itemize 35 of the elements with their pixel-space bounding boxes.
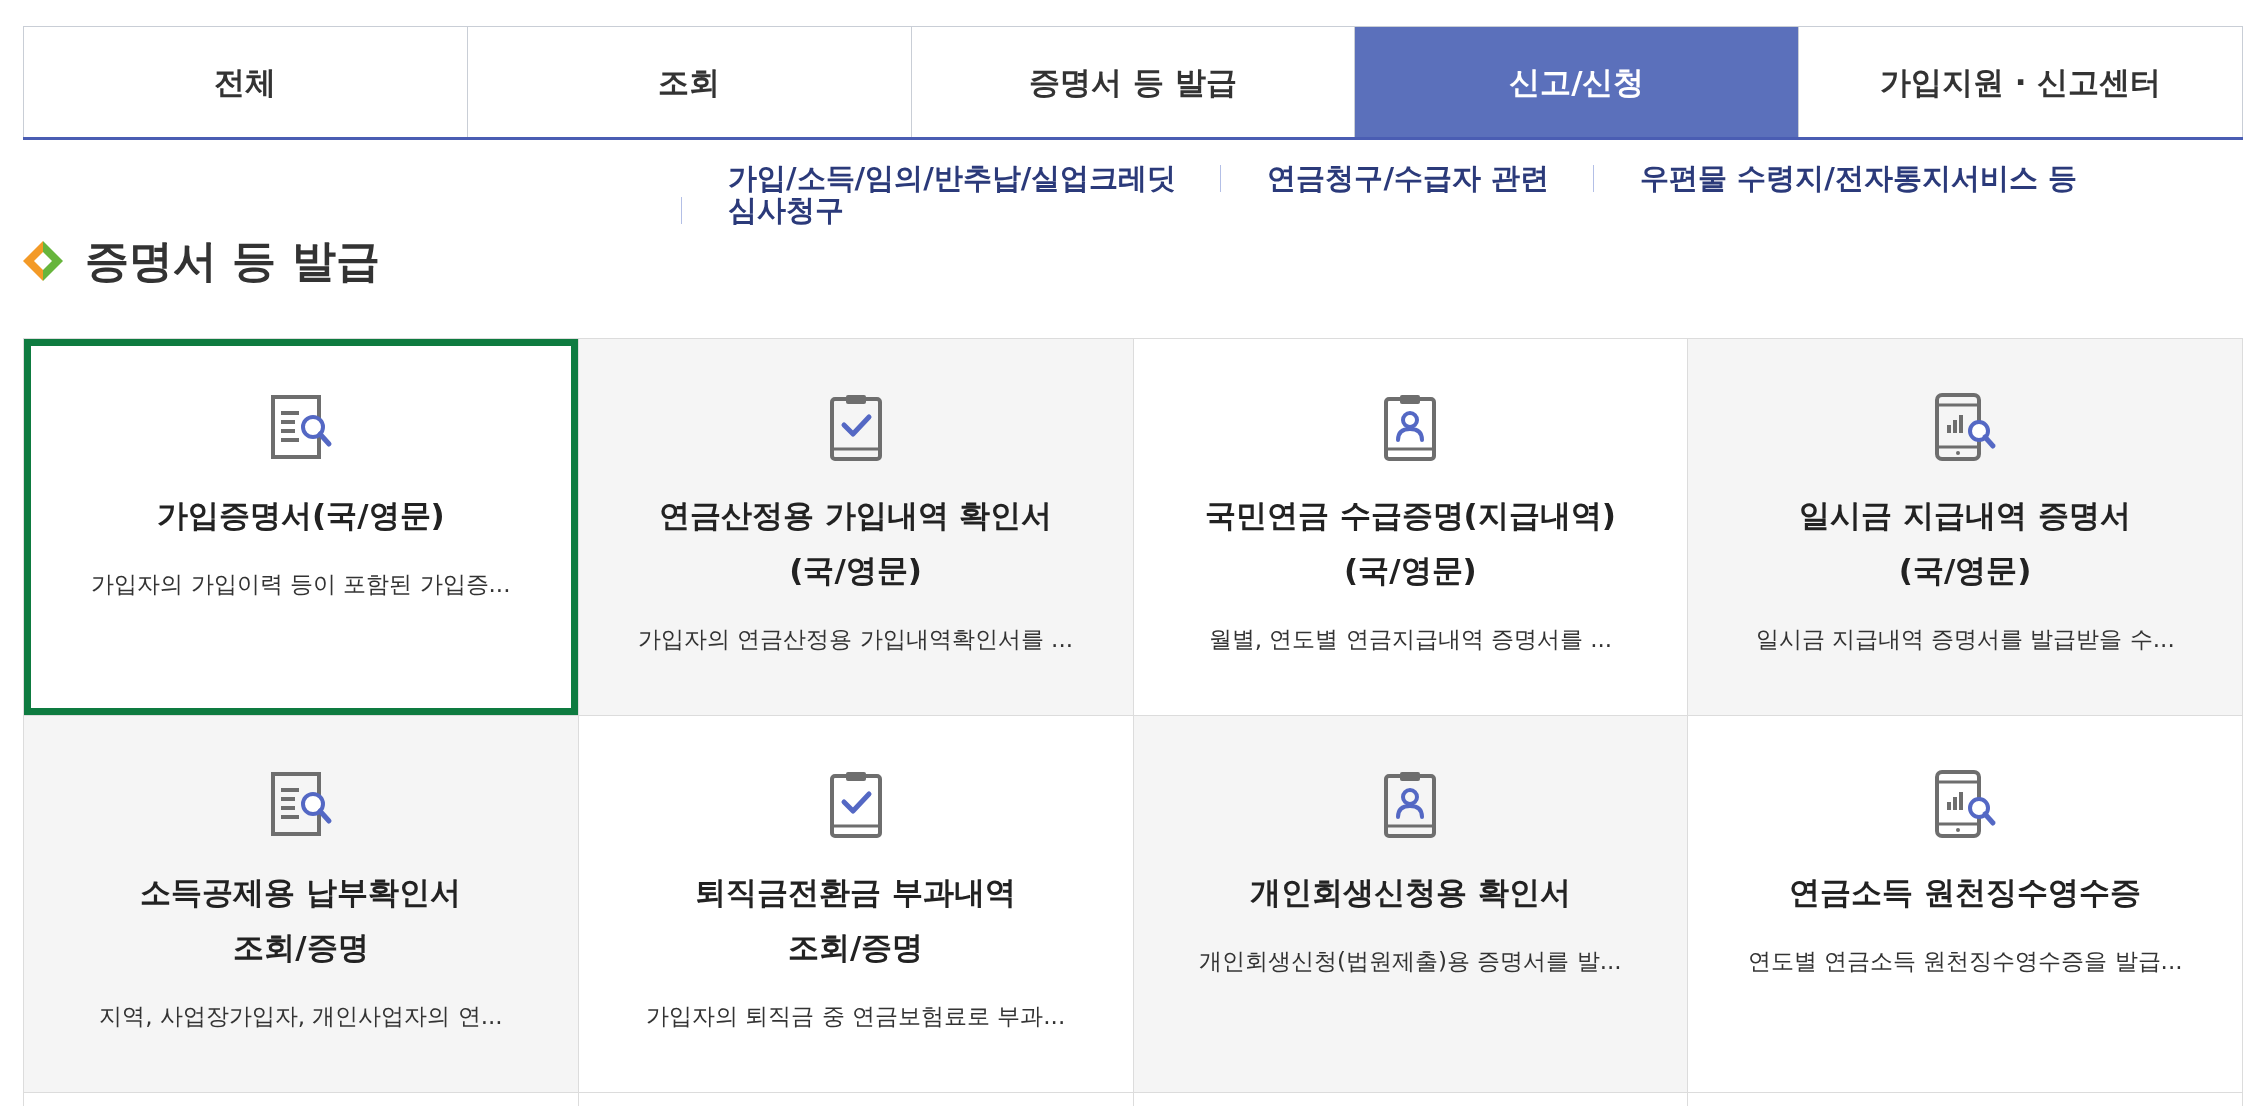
- card-title: 개인회생신청용 확인서: [1249, 873, 1571, 912]
- card-title: 퇴직금전환금 부과내역 조회/증명: [695, 873, 1016, 967]
- service-card[interactable]: 개인회생신청용 확인서 개인회생신청(법원제출)용 증명서를 발...: [1133, 716, 1689, 1093]
- sub-menu-link[interactable]: 가입/소득/임의/반추납/실업크레딧: [728, 162, 1177, 194]
- category-tab[interactable]: 전체: [23, 26, 468, 137]
- card-description: 일시금 지급내역 증명서를 발급받을 수...: [1755, 625, 2175, 654]
- card-description: 지역, 사업장가입자, 개인사업자의 연...: [99, 1002, 503, 1031]
- diamond-icon: [23, 241, 63, 281]
- sub-menu-link[interactable]: 연금청구/수급자 관련: [1267, 162, 1550, 194]
- category-tab[interactable]: 가입지원 · 신고센터: [1799, 26, 2243, 137]
- card-title: 연금산정용 가입내역 확인서 (국/영문): [658, 496, 1053, 590]
- card-title: 가입증명서(국/영문): [157, 496, 445, 535]
- service-card[interactable]: 국민연금 수급증명(지급내역) (국/영문) 월별, 연도별 연금지급내역 증명서를 ...: [1133, 339, 1689, 716]
- card-description: 개인회생신청(법원제출)용 증명서를 발...: [1199, 947, 1622, 976]
- service-card[interactable]: 퇴직금전환금 부과내역 조회/증명 가입자의 퇴직금 중 연금보험료로 부과...: [578, 716, 1134, 1093]
- card-description: 가입자의 퇴직금 중 연금보험료로 부과...: [646, 1002, 1066, 1031]
- section-title: 증명서 등 발급: [85, 234, 380, 288]
- card-description: 가입자의 연금산정용 가입내역확인서를 ...: [638, 625, 1074, 654]
- card-title: 일시금 지급내역 증명서 (국/영문): [1799, 496, 2131, 590]
- service-card[interactable]: 일시금 지급내역 증명서 (국/영문) 일시금 지급내역 증명서를 발급받을 수...: [1688, 339, 2243, 716]
- service-card[interactable]: 연금산정용 가입내역 확인서 (국/영문) 가입자의 연금산정용 가입내역확인서를 ...: [578, 339, 1134, 716]
- category-tab[interactable]: 조회: [467, 26, 912, 137]
- service-card[interactable]: 연금소득 원천징수영수증 연도별 연금소득 원천징수영수증을 발급...: [1688, 716, 2243, 1093]
- card-description: 월별, 연도별 연금지급내역 증명서를 ...: [1208, 625, 1613, 654]
- card-description: 가입자의 가입이력 등이 포함된 가입증...: [91, 570, 511, 599]
- sub-menu-link[interactable]: 심사청구: [728, 194, 844, 226]
- service-card[interactable]: 가입증명서(국/영문) 가입자의 가입이력 등이 포함된 가입증...: [24, 339, 579, 716]
- card-description: 연도별 연금소득 원천징수영수증을 발급...: [1747, 947, 2183, 976]
- category-tab[interactable]: 증명서 등 발급: [911, 26, 1356, 137]
- card-title: 연금소득 원천징수영수증: [1789, 873, 2141, 912]
- card-title: 국민연금 수급증명(지급내역) (국/영문): [1204, 496, 1616, 590]
- card-title: 소득공제용 납부확인서 조회/증명: [140, 873, 462, 967]
- sub-menu-link[interactable]: 우편물 수령지/전자통지서비스 등: [1640, 162, 2077, 194]
- category-tab[interactable]: 신고/신청: [1355, 26, 1800, 137]
- service-card[interactable]: 소득공제용 납부확인서 조회/증명 지역, 사업장가입자, 개인사업자의 연...: [24, 716, 579, 1093]
